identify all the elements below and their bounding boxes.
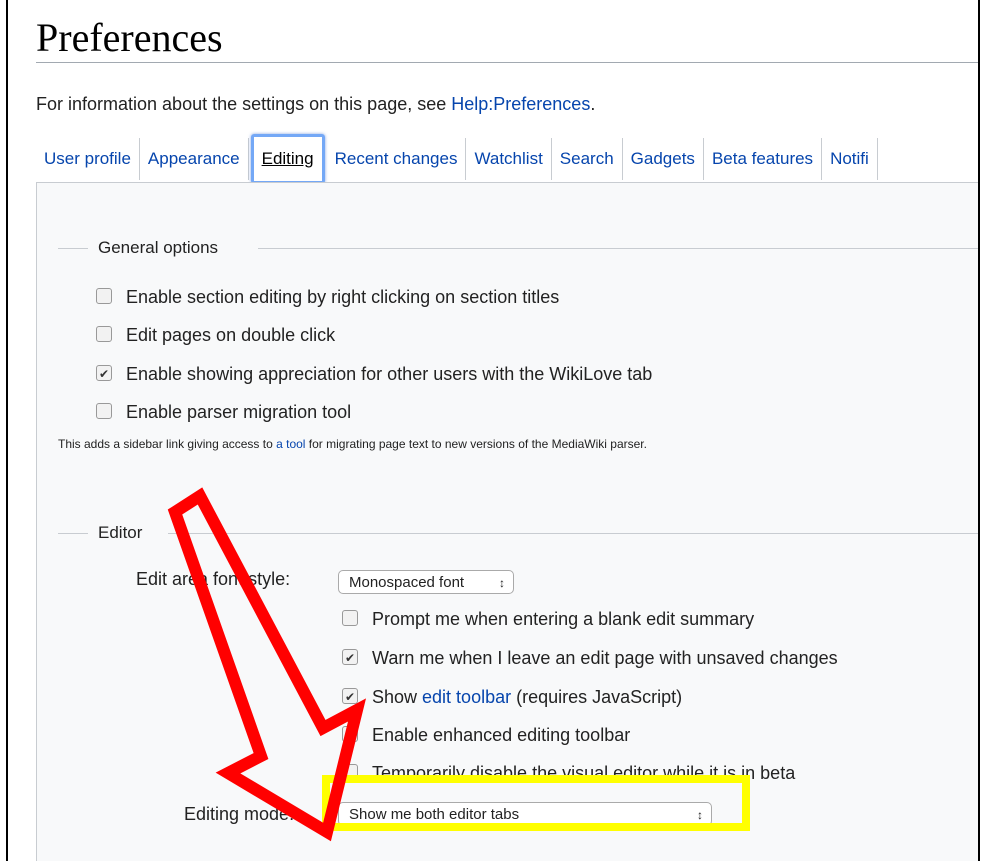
- tab-notifications[interactable]: Notifi: [822, 138, 878, 180]
- option-label: Enable showing appreciation for other us…: [126, 364, 653, 384]
- tab-editing[interactable]: Editing: [250, 134, 325, 184]
- help-preferences-link[interactable]: Help:Preferences: [451, 94, 590, 114]
- intro-label: For information about the settings on th…: [36, 94, 452, 114]
- title-divider: [36, 62, 978, 63]
- checkbox[interactable]: [96, 403, 112, 420]
- help-text: This adds a sidebar link giving access t…: [58, 437, 277, 451]
- option-parser-migration[interactable]: Enable parser migration tool: [96, 399, 351, 425]
- intro-text: For information about the settings on th…: [36, 94, 595, 115]
- checkbox-checked[interactable]: [342, 645, 358, 671]
- tab-beta-features[interactable]: Beta features: [704, 138, 823, 180]
- option-edit-double-click[interactable]: Edit pages on double click: [96, 322, 335, 348]
- checkbox-checked[interactable]: [96, 361, 112, 387]
- tab-gadgets[interactable]: Gadgets: [623, 138, 704, 180]
- option-label: Enable parser migration tool: [126, 402, 352, 422]
- editor-legend: Editor: [58, 523, 978, 543]
- option-wikilove[interactable]: Enable showing appreciation for other us…: [96, 361, 652, 387]
- edit-font-select[interactable]: Monospaced font ↕: [338, 570, 514, 594]
- option-label: Prompt me when entering a blank edit sum…: [372, 609, 755, 629]
- page-title: Preferences: [36, 15, 223, 60]
- option-label: Enable enhanced editing toolbar: [372, 725, 631, 745]
- general-options-legend: General options: [58, 238, 978, 258]
- editing-mode-label: Editing mode:: [184, 804, 295, 824]
- option-label: Warn me when I leave an edit page with u…: [372, 648, 838, 668]
- updown-arrows-icon: ↕: [499, 576, 505, 590]
- option-section-edit-rightclick[interactable]: Enable section editing by right clicking…: [96, 284, 559, 310]
- tab-recent-changes[interactable]: Recent changes: [327, 138, 467, 180]
- checkbox-checked[interactable]: [342, 684, 358, 710]
- tab-appearance[interactable]: Appearance: [140, 138, 249, 180]
- preferences-window: Preferences For information about the se…: [6, 0, 980, 861]
- option-warn-unsaved[interactable]: Warn me when I leave an edit page with u…: [342, 645, 838, 671]
- option-edit-toolbar[interactable]: Show edit toolbar (requires JavaScript): [342, 684, 682, 710]
- checkbox[interactable]: [342, 610, 358, 627]
- preferences-tabs: User profile Appearance Editing Recent chan…: [36, 134, 878, 184]
- parser-migration-help: This adds a sidebar link giving access t…: [58, 437, 647, 451]
- tool-link[interactable]: a tool: [276, 437, 305, 451]
- tab-user-profile[interactable]: User profile: [36, 138, 140, 180]
- highlight-box: [322, 775, 750, 831]
- option-label: Show: [372, 687, 423, 707]
- option-label-end: (requires JavaScript): [511, 687, 683, 707]
- edit-font-label: Edit area font style:: [136, 569, 291, 589]
- checkbox[interactable]: [96, 326, 112, 343]
- option-label: Edit pages on double click: [126, 325, 336, 345]
- general-options-title: General options: [92, 238, 225, 258]
- help-text-end: for migrating page text to new versions …: [305, 437, 647, 451]
- checkbox[interactable]: [96, 288, 112, 305]
- intro-end: .: [590, 94, 596, 114]
- tab-search[interactable]: Search: [552, 138, 623, 180]
- option-blank-summary[interactable]: Prompt me when entering a blank edit sum…: [342, 606, 754, 632]
- edit-toolbar-link[interactable]: edit toolbar: [422, 687, 511, 707]
- checkbox-checked[interactable]: [342, 722, 358, 748]
- editor-title: Editor: [92, 523, 149, 543]
- option-label: Enable section editing by right clicking…: [126, 287, 560, 307]
- option-enhanced-toolbar[interactable]: Enable enhanced editing toolbar: [342, 722, 630, 748]
- tab-watchlist[interactable]: Watchlist: [466, 138, 552, 180]
- edit-font-value: Monospaced font: [349, 574, 465, 591]
